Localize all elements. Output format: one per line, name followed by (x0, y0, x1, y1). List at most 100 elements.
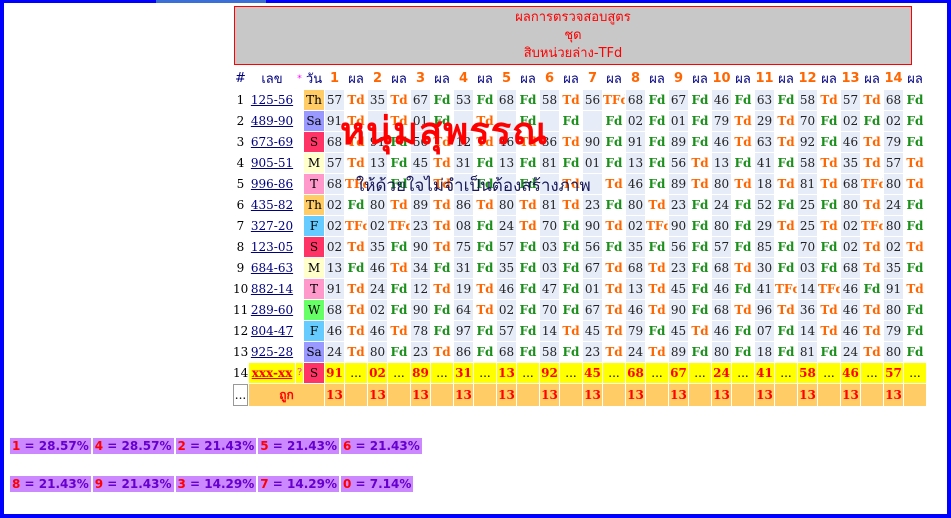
row-number-link[interactable]: 125-56 (249, 90, 295, 110)
value-cell: 68 (626, 90, 645, 110)
row-index: 3 (233, 132, 248, 152)
value-cell: 46 (325, 321, 344, 341)
prediction-dots: ... (904, 363, 926, 383)
status-cell: Td (519, 219, 537, 233)
summary-blank (689, 384, 711, 406)
value-cell: 67 (583, 300, 602, 320)
prediction-dots: ... (388, 363, 410, 383)
stat-percent: = 21.43% (103, 477, 172, 491)
row-star (296, 321, 303, 341)
row-number-link[interactable]: 489-90 (249, 111, 295, 131)
header-result-1: ผล (345, 68, 367, 89)
value-cell: 80 (884, 216, 903, 236)
row-number-link[interactable]: 123-05 (249, 237, 295, 257)
header-result-5: ผล (517, 68, 539, 89)
value-cell: 68 (626, 258, 645, 278)
value-cell: 12 (411, 279, 430, 299)
value-cell: 24 (841, 342, 860, 362)
header-result-13: ผล (861, 68, 883, 89)
value-cell: 57 (884, 153, 903, 173)
status-cell: Td (906, 282, 924, 296)
summary-blank (474, 384, 496, 406)
value-cell: 75 (454, 237, 473, 257)
value-cell: 46 (712, 279, 731, 299)
summary-blank (904, 384, 926, 406)
header-result-10: ผล (732, 68, 754, 89)
value-cell: 68 (841, 174, 860, 194)
status-cell: Fd (562, 156, 580, 170)
status-cell: Fd (605, 198, 623, 212)
value-cell: 68 (497, 342, 516, 362)
header-col-2: 2 (368, 68, 387, 89)
value-cell: 80 (841, 195, 860, 215)
status-cell: Td (433, 282, 451, 296)
stat-digit: 5 (260, 439, 269, 453)
table-row: 4 905-51 M 57 Td 13 Fd 45 Td 31 Fd 13 Fd 81 Fd 01 Fd 13 Fd… (233, 153, 926, 173)
row-star (296, 300, 303, 320)
prediction-value: 13 (497, 363, 516, 383)
summary-blank (775, 384, 797, 406)
status-cell: Fd (863, 282, 881, 296)
row-number-link[interactable]: 327-20 (249, 216, 295, 236)
day-cell: S (304, 237, 324, 257)
status-cell: Td (605, 303, 623, 317)
row-number-link[interactable]: 996-86 (249, 174, 295, 194)
day-cell: M (304, 258, 324, 278)
row-number-link[interactable]: 673-69 (249, 132, 295, 152)
status-cell: Fd (433, 261, 451, 275)
value-cell: 80 (712, 216, 731, 236)
prediction-value: 46 (841, 363, 860, 383)
stat-digit: 4 (94, 439, 104, 453)
prediction-dots: ... (732, 363, 754, 383)
status-cell: Td (433, 345, 451, 359)
row-number-link[interactable]: 925-28 (249, 342, 295, 362)
prediction-dots: ... (431, 363, 453, 383)
status-cell: Fd (519, 282, 537, 296)
stat-percent: = 14.29% (268, 477, 337, 491)
value-cell: 79 (626, 321, 645, 341)
row-number-link[interactable]: 435-82 (249, 195, 295, 215)
header-col-8: 8 (626, 68, 645, 89)
table-row: 12 804-47 F 46 Td 46 Td 78 Fd 97 Fd 57 Fd 14 Td 45 Td 79 F… (233, 321, 926, 341)
value-cell: 89 (669, 174, 688, 194)
value-cell: 45 (669, 321, 688, 341)
value-cell: 41 (755, 279, 774, 299)
status-cell: Fd (433, 303, 451, 317)
value-cell: 58 (798, 90, 817, 110)
row-number-link[interactable]: 905-51 (249, 153, 295, 173)
table-row: 10 882-14 T 91 Td 24 Fd 12 Td 19 Td 46 Fd 47 Fd 01 Td 13 T… (233, 279, 926, 299)
summary-blank (345, 384, 367, 406)
status-cell: Fd (519, 261, 537, 275)
table-row: 9 684-63 M 13 Fd 46 Td 34 Fd 31 Fd 35 Fd 03 Fd 67 Td 68 Td… (233, 258, 926, 278)
row-star (296, 258, 303, 278)
value-cell: 90 (411, 300, 430, 320)
status-cell: Td (734, 261, 752, 275)
status-cell: Fd (605, 156, 623, 170)
value-cell: 02 (884, 237, 903, 257)
status-cell: Fd (562, 282, 580, 296)
value-cell: 47 (540, 279, 559, 299)
value-cell: 68 (325, 300, 344, 320)
status-cell: Fd (906, 324, 924, 338)
prediction-dots: ... (517, 363, 539, 383)
status-cell: Td (734, 303, 752, 317)
prediction-number-link[interactable]: xxx-xx (249, 363, 295, 383)
stat-percent: = 28.57% (103, 439, 172, 453)
row-number-link[interactable]: 804-47 (249, 321, 295, 341)
stat-percent: = 21.43% (20, 477, 89, 491)
summary-count: 13 (798, 384, 817, 406)
value-cell: 46 (841, 279, 860, 299)
row-number-link[interactable]: 882-14 (249, 279, 295, 299)
value-cell: 41 (755, 153, 774, 173)
value-cell: 02 (626, 111, 645, 131)
prediction-dots: ... (345, 363, 367, 383)
summary-blank (603, 384, 625, 406)
status-cell: Td (562, 135, 580, 149)
row-number-link[interactable]: 289-60 (249, 300, 295, 320)
value-cell: 67 (583, 258, 602, 278)
value-cell: 86 (454, 342, 473, 362)
row-number-link[interactable]: 684-63 (249, 258, 295, 278)
value-cell: 19 (454, 279, 473, 299)
status-cell: Fd (433, 324, 451, 338)
value-cell: 90 (583, 216, 602, 236)
